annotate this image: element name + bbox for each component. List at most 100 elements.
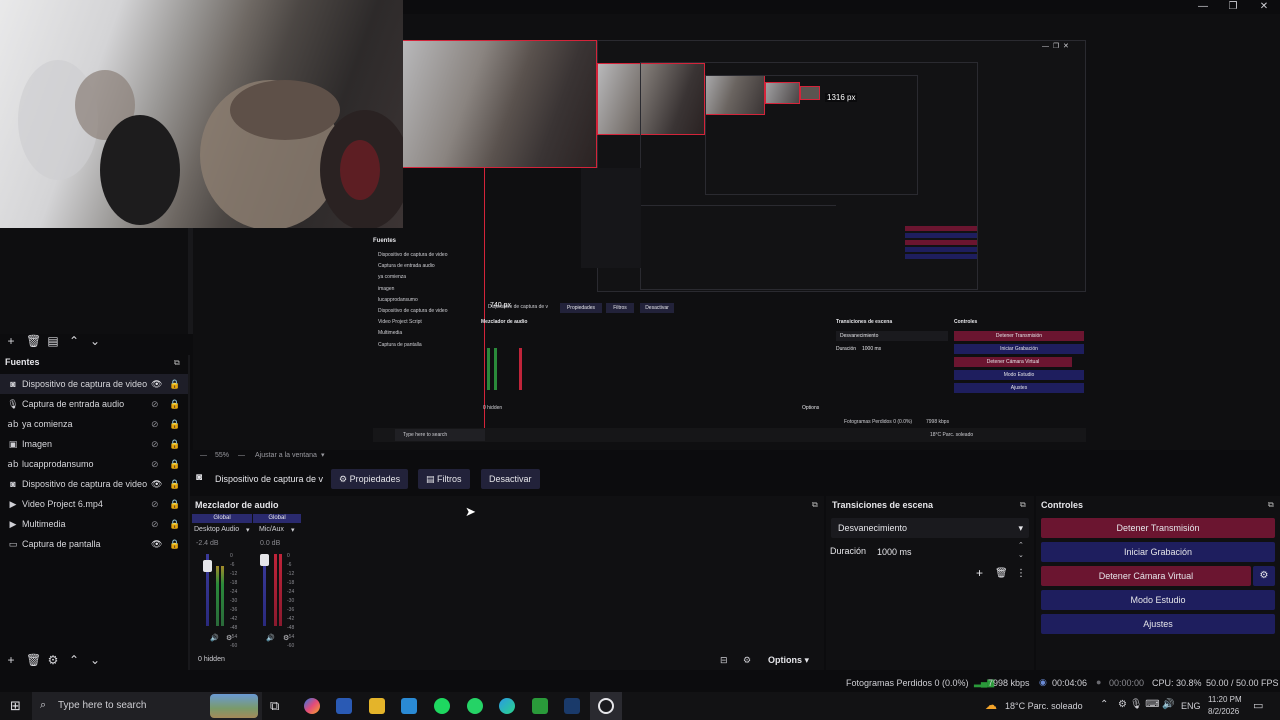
eye-hidden-icon[interactable]: ⊘ (151, 439, 159, 450)
chevron-down-icon[interactable]: ⌄ (89, 654, 101, 666)
volume-handle[interactable] (260, 554, 269, 566)
options-button[interactable]: Options ▾ (768, 655, 809, 666)
deactivate-button[interactable]: Desactivar (481, 469, 540, 489)
speaker-icon[interactable]: 🔊 (210, 634, 219, 642)
spotify-icon[interactable] (434, 698, 450, 714)
eye-hidden-icon[interactable]: ⊘ (151, 419, 159, 430)
trash-icon[interactable]: 🗑 (995, 568, 1008, 579)
lock-icon[interactable]: 🔒 (169, 419, 180, 430)
inner-source-item: Captura de entrada audio (378, 263, 435, 270)
gear-icon[interactable]: ⚙ (1253, 566, 1275, 586)
eye-icon[interactable]: 👁 (151, 539, 162, 550)
trash-icon[interactable]: 🗑 (26, 654, 41, 666)
eye-hidden-icon[interactable]: ⊘ (151, 459, 159, 470)
notification-icon[interactable]: ▭ (1253, 699, 1263, 712)
source-item[interactable]: 𝖺𝖻 lucapprodansumo ⊘ 🔒 (0, 454, 188, 474)
maximize-button[interactable]: ❐ (1218, 0, 1248, 14)
source-item[interactable]: ◙ Dispositivo de captura de video 👁 🔒 (0, 474, 188, 494)
level-meter (216, 566, 219, 626)
zoom-fit-select[interactable]: Ajustar a la ventana (255, 452, 317, 459)
dock-undock-icon[interactable]: ⧉ (1020, 500, 1026, 510)
more-options-icon[interactable]: ⋮ (1016, 568, 1026, 579)
source-item[interactable]: ▶ Video Project 6.mp4 ⊘ 🔒 (0, 494, 188, 514)
chevron-up-icon[interactable]: ⌃ (68, 335, 80, 347)
properties-button[interactable]: ⚙ Propiedades (331, 469, 409, 489)
inner-mixer-title: Mezclador de audio (481, 319, 528, 325)
layout-icon[interactable]: ⊟ (720, 655, 728, 666)
whatsapp-icon[interactable] (467, 698, 483, 714)
source-item[interactable]: 𝖺𝖻 ya comienza ⊘ 🔒 (0, 414, 188, 434)
zoom-minus[interactable]: — (200, 452, 207, 459)
source-item[interactable]: ▣ Imagen ⊘ 🔒 (0, 434, 188, 454)
trash-icon[interactable]: 🗑 (26, 335, 41, 347)
dock-undock-icon[interactable]: ⧉ (812, 500, 818, 510)
tray-chevron-up-icon[interactable]: ⌃ (1100, 699, 1108, 710)
lock-icon[interactable]: 🔒 (169, 379, 180, 390)
duration-input[interactable]: 1000 ms (870, 542, 1020, 562)
source-item[interactable]: ▶ Multimedia ⊘ 🔒 (0, 514, 188, 534)
tray-icons[interactable]: ⚙ 🎙 ⌨ 🔊 (1118, 699, 1175, 710)
lock-icon[interactable]: 🔒 (169, 539, 180, 550)
edge-icon[interactable] (499, 698, 515, 714)
hidden-count: 0 hidden (198, 656, 225, 663)
dock-undock-icon[interactable]: ⧉ (1268, 500, 1274, 510)
volume-handle[interactable] (203, 560, 212, 572)
eye-icon[interactable]: 👁 (151, 479, 162, 490)
weather-text[interactable]: 18°C Parc. soleado (1005, 701, 1083, 711)
add-icon[interactable]: + (5, 654, 17, 666)
chevron-up-icon[interactable]: ⌃ (68, 654, 80, 666)
transition-select[interactable]: Desvanecimiento ▾ (831, 518, 1029, 538)
clock-date[interactable]: 8/2/2026 (1208, 707, 1239, 716)
chevron-down-icon[interactable]: ▾ (291, 526, 295, 534)
zoom-plus[interactable]: — (238, 452, 245, 459)
gear-icon[interactable]: ⚙ (47, 654, 59, 666)
start-recording-button[interactable]: Iniciar Grabación (1041, 542, 1275, 562)
taskbar-search[interactable]: ⌕ Type here to search (32, 692, 262, 720)
gear-icon[interactable]: ⚙ (283, 634, 289, 642)
filter-icon[interactable]: ▤ (47, 335, 59, 347)
steam-icon[interactable] (564, 698, 580, 714)
store-icon[interactable] (336, 698, 352, 714)
source-item[interactable]: 🎙 Captura de entrada audio ⊘ 🔒 (0, 394, 188, 414)
chevron-down-icon[interactable]: ▾ (321, 451, 325, 459)
language-indicator[interactable]: ENG (1181, 701, 1201, 711)
chevron-down-icon[interactable]: ▾ (246, 526, 250, 534)
chevron-down-icon[interactable]: ⌄ (89, 335, 101, 347)
source-label: Imagen (22, 439, 53, 449)
settings-button[interactable]: Ajustes (1041, 614, 1275, 634)
lock-icon[interactable]: 🔒 (169, 439, 180, 450)
lock-icon[interactable]: 🔒 (169, 399, 180, 410)
folder-icon[interactable] (369, 698, 385, 714)
lock-icon[interactable]: 🔒 (169, 519, 180, 530)
add-icon[interactable]: + (976, 566, 983, 580)
speaker-icon[interactable]: 🔊 (266, 634, 275, 642)
clock-time[interactable]: 11:20 PM (1208, 695, 1242, 704)
lock-icon[interactable]: 🔒 (169, 499, 180, 510)
advanced-audio-icon[interactable]: ⚙ (743, 655, 751, 666)
camera-icon: ◙ (10, 479, 16, 489)
task-view-icon[interactable]: ⧉ (270, 698, 279, 714)
close-button[interactable]: ✕ (1249, 0, 1279, 14)
stop-streaming-button[interactable]: Detener Transmisión (1041, 518, 1275, 538)
eye-hidden-icon[interactable]: ⊘ (151, 399, 159, 410)
dock-undock-icon[interactable]: ⧉ (174, 358, 180, 368)
copilot-icon[interactable] (304, 698, 320, 714)
filters-button[interactable]: ▤ Filtros (418, 469, 470, 489)
studio-mode-button[interactable]: Modo Estudio (1041, 590, 1275, 610)
windows-start-icon[interactable]: ⊞ (10, 698, 21, 714)
stop-virtual-camera-button[interactable]: Detener Cámara Virtual (1041, 566, 1251, 586)
duration-stepper[interactable]: ⌃ ⌄ (1018, 541, 1024, 561)
obs-taskbar-active[interactable] (590, 692, 622, 720)
add-icon[interactable]: + (5, 335, 17, 347)
lock-icon[interactable]: 🔒 (169, 459, 180, 470)
eye-hidden-icon[interactable]: ⊘ (151, 519, 159, 530)
source-item[interactable]: ◙ Dispositivo de captura de video 👁 🔒 (0, 374, 188, 394)
excel-icon[interactable] (532, 698, 548, 714)
source-item[interactable]: ▭ Captura de pantalla 👁 🔒 (0, 534, 188, 554)
eye-hidden-icon[interactable]: ⊘ (151, 499, 159, 510)
lock-icon[interactable]: 🔒 (169, 479, 180, 490)
minimize-button[interactable]: — (1188, 0, 1218, 14)
gear-icon[interactable]: ⚙ (226, 634, 232, 642)
eye-icon[interactable]: 👁 (151, 379, 162, 390)
mail-icon[interactable] (401, 698, 417, 714)
